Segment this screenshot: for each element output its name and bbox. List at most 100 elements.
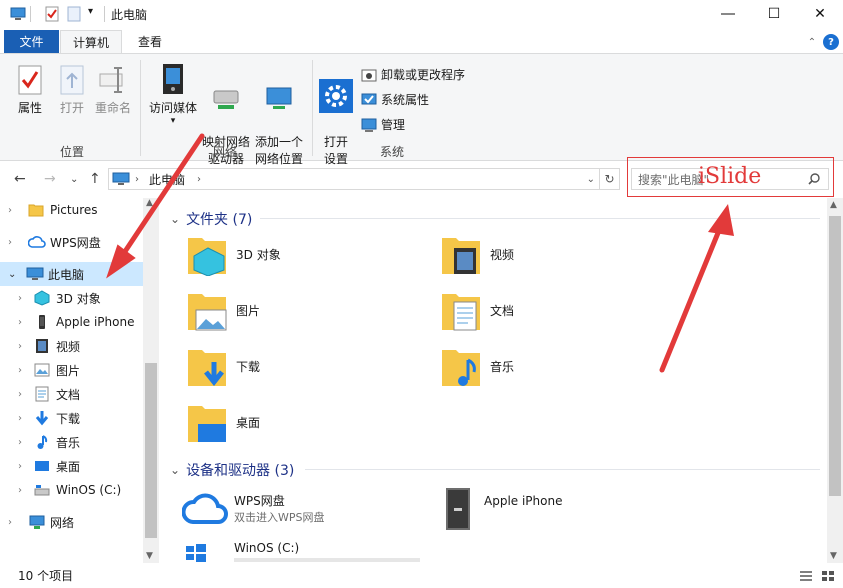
collapse-ribbon-icon[interactable]: ⌃ [804, 34, 820, 50]
maximize-button[interactable]: ☐ [751, 0, 797, 28]
device-wps-drive[interactable]: WPS网盘 双击进入WPS网盘 [182, 490, 325, 526]
chevron-right-icon[interactable]: › [18, 317, 32, 328]
chevron-right-icon[interactable]: › [18, 365, 32, 376]
large-icons-view-icon[interactable] [821, 570, 835, 582]
folders-group-header[interactable]: ⌄ 文件夹 (7) [170, 209, 252, 229]
open-button[interactable]: 打开 [56, 64, 88, 117]
folder-music[interactable]: 音乐 [440, 344, 514, 388]
folder-label: 文档 [490, 303, 515, 318]
scroll-down-icon[interactable]: ▼ [830, 551, 837, 561]
drive-icon [34, 485, 50, 496]
tab-view[interactable]: 查看 [126, 30, 174, 53]
folder-label: 3D 对象 [236, 247, 281, 262]
add-network-location-button[interactable]: 添加一个 网络位置 [253, 68, 305, 168]
minimize-button[interactable]: ― [705, 0, 751, 28]
scroll-up-icon[interactable]: ▲ [830, 200, 837, 210]
chevron-right-icon[interactable]: › [8, 205, 22, 216]
customize-qa-dropdown[interactable]: ▾ [88, 6, 93, 17]
uninstall-program-button[interactable]: 卸载或更改程序 [361, 66, 465, 83]
breadcrumb-chevron-icon[interactable]: › [135, 174, 139, 185]
forward-arrow-icon[interactable]: → [44, 171, 56, 187]
nav-scroll-thumb[interactable] [145, 363, 157, 538]
nav-item-desktop[interactable]: › 桌面 [0, 454, 143, 478]
folder-3d-objects[interactable]: 3D 对象 [186, 232, 281, 276]
nav-item-documents[interactable]: › 文档 [0, 382, 143, 406]
close-button[interactable]: ✕ [797, 0, 843, 28]
content-scroll-thumb[interactable] [829, 216, 841, 496]
ribbon-tabs: 文件 计算机 查看 ⌃ ? [0, 30, 843, 53]
tab-file[interactable]: 文件 [4, 30, 59, 53]
chevron-right-icon[interactable]: › [18, 437, 32, 448]
scroll-up-icon[interactable]: ▲ [146, 198, 153, 208]
music-folder-icon [442, 350, 480, 386]
address-bar[interactable]: › 此电脑 › ⌄ [108, 168, 600, 190]
chevron-right-icon[interactable]: › [18, 485, 32, 496]
open-settings-button[interactable]: 打开 设置 [318, 62, 354, 168]
chevron-right-icon[interactable]: › [8, 517, 22, 528]
device-label: Apple iPhone [484, 494, 563, 508]
folder-pictures[interactable]: 图片 [186, 288, 260, 332]
nav-item-videos[interactable]: › 视频 [0, 334, 143, 358]
nav-item-winos-c[interactable]: › WinOS (C:) [0, 478, 143, 502]
breadcrumb-chevron-icon[interactable]: › [197, 174, 201, 185]
ribbon-separator [140, 60, 141, 156]
properties-qa-icon[interactable] [44, 6, 60, 22]
nav-item-network[interactable]: › 网络 [0, 510, 143, 534]
red-arrow-icon [659, 204, 734, 373]
device-winos-c[interactable]: WinOS (C:) [186, 540, 420, 562]
up-arrow-icon[interactable]: ↑ [89, 171, 101, 187]
nav-item-music[interactable]: › 音乐 [0, 430, 143, 454]
back-arrow-icon[interactable]: ← [14, 171, 26, 187]
nav-item-pictures[interactable]: › Pictures [0, 198, 143, 222]
navigation-pane: › Pictures › WPS网盘 ⌄ 此电脑 › 3D 对象 › Apple… [0, 198, 158, 563]
folder-label: 音乐 [490, 359, 515, 374]
nav-item-3d-objects[interactable]: › 3D 对象 [0, 286, 143, 310]
chevron-right-icon[interactable]: › [18, 461, 32, 472]
chevron-right-icon[interactable]: › [8, 237, 22, 248]
system-properties-button[interactable]: 系统属性 [361, 91, 429, 108]
recent-chevron-down-icon[interactable]: ⌄ [70, 174, 78, 185]
chevron-right-icon[interactable]: › [18, 413, 32, 424]
access-media-button[interactable]: 访问媒体 ▾ [147, 62, 199, 126]
new-folder-qa-icon[interactable] [66, 6, 82, 22]
windows-drive-icon [186, 544, 206, 562]
folder-downloads[interactable]: 下载 [186, 344, 260, 388]
folder-label: 下载 [236, 359, 261, 374]
manage-button[interactable]: 管理 [361, 116, 405, 133]
content-scrollbar[interactable]: ▲ ▼ [827, 198, 843, 563]
chevron-right-icon[interactable]: › [18, 341, 32, 352]
nav-item-pictures-lib[interactable]: › 图片 [0, 358, 143, 382]
chevron-down-icon[interactable]: ⌄ [170, 463, 180, 477]
nav-label: 网络 [50, 515, 75, 530]
cloud-icon [28, 236, 46, 248]
details-view-icon[interactable] [799, 570, 813, 582]
folder-videos[interactable]: 视频 [440, 232, 514, 276]
device-label: WPS网盘 [234, 493, 285, 508]
refresh-button[interactable]: ↻ [600, 168, 620, 190]
nav-item-downloads[interactable]: › 下载 [0, 406, 143, 430]
breadcrumb-item[interactable]: 此电脑 [149, 171, 185, 188]
nav-scrollbar[interactable]: ▲ ▼ [143, 198, 159, 563]
folder-desktop[interactable]: 桌面 [186, 400, 260, 444]
address-dropdown-icon[interactable]: ⌄ [587, 174, 595, 185]
chevron-down-icon[interactable]: ⌄ [170, 212, 180, 226]
devices-group-header[interactable]: ⌄ 设备和驱动器 (3) [170, 460, 294, 480]
rename-button[interactable]: 重命名 [92, 64, 134, 117]
folder-documents[interactable]: 文档 [440, 288, 514, 332]
open-label: 打开 [59, 101, 84, 115]
nav-item-apple-iphone[interactable]: › Apple iPhone [0, 310, 143, 334]
help-icon[interactable]: ? [823, 34, 839, 50]
properties-button[interactable]: 属性 [14, 64, 46, 117]
device-apple-iphone[interactable]: Apple iPhone [440, 486, 562, 532]
3d-object-folder-icon [188, 238, 226, 276]
folders-group-title: 文件夹 (7) [186, 212, 253, 228]
chevron-right-icon[interactable]: › [18, 293, 32, 304]
nav-item-wps-drive[interactable]: › WPS网盘 [0, 230, 143, 254]
nav-item-this-pc[interactable]: ⌄ 此电脑 [0, 262, 143, 286]
watermark-text: iSlide [698, 164, 762, 189]
chevron-right-icon[interactable]: › [18, 389, 32, 400]
nav-label: WinOS (C:) [56, 483, 122, 497]
scroll-down-icon[interactable]: ▼ [146, 551, 153, 561]
chevron-down-icon[interactable]: ⌄ [8, 269, 22, 280]
tab-computer[interactable]: 计算机 [60, 30, 122, 53]
